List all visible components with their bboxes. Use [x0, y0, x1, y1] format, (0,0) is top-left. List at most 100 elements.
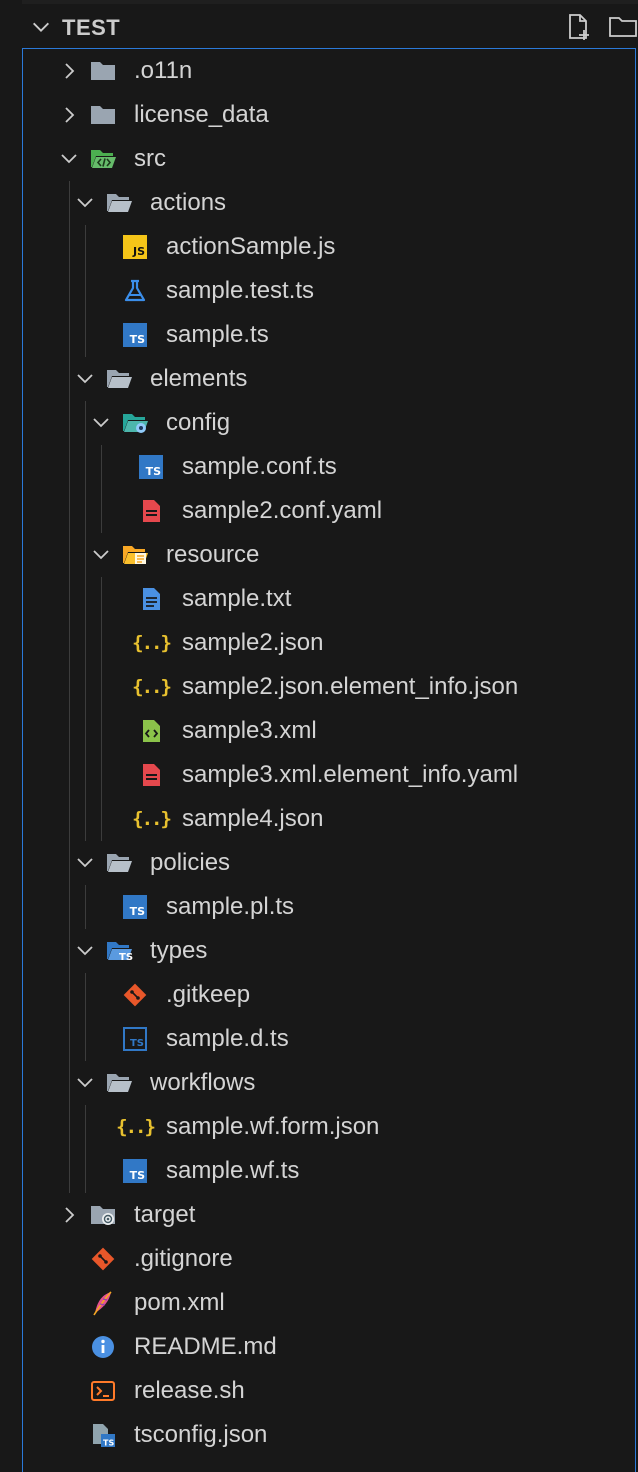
tree-item-label: workflows — [150, 1069, 256, 1096]
tree-folder-row[interactable]: actions — [23, 181, 637, 225]
tree-file-row[interactable]: {..} sample2.json — [23, 621, 637, 665]
chevron-right-icon[interactable] — [57, 1203, 81, 1227]
tree-file-row[interactable]: .gitkeep — [23, 973, 637, 1017]
tree-item-label: sample2.json — [182, 629, 324, 656]
typescript-def-icon: TS — [121, 1025, 149, 1053]
tree-item-label: release.sh — [134, 1377, 245, 1404]
tree-file-row[interactable]: TS sample.d.ts — [23, 1017, 637, 1061]
typescript-icon: TS — [121, 1157, 149, 1185]
tree-file-row[interactable]: TS tsconfig.json — [23, 1413, 637, 1457]
chevron-right-icon[interactable] — [57, 59, 81, 83]
folder-target-icon — [89, 1201, 117, 1229]
folder-types-icon: TS — [105, 937, 133, 965]
tree-item-label: sample.ts — [166, 321, 269, 348]
tree-file-row[interactable]: pom.xml — [23, 1281, 637, 1325]
tree-item-label: sample3.xml.element_info.yaml — [182, 761, 519, 788]
svg-text:TS: TS — [119, 952, 133, 963]
folder-open-icon — [105, 849, 133, 877]
file-tree: .o11n license_datasrc actions JS actionSampl… — [22, 48, 636, 1472]
test-flask-icon — [121, 277, 149, 305]
chevron-down-icon[interactable] — [30, 16, 52, 38]
tree-item-label: .gitkeep — [166, 981, 251, 1008]
tree-item-label: README.md — [134, 1333, 277, 1360]
tree-file-row[interactable]: {..} sample.wf.form.json — [23, 1105, 637, 1149]
chevron-down-icon[interactable] — [57, 147, 81, 171]
panel-top-edge — [22, 0, 638, 4]
tree-folder-row[interactable]: target — [23, 1193, 637, 1237]
tree-file-row[interactable]: TS sample.conf.ts — [23, 445, 637, 489]
yaml-icon — [137, 497, 165, 525]
chevron-down-icon[interactable] — [73, 367, 97, 391]
chevron-down-icon[interactable] — [89, 543, 113, 567]
info-icon — [89, 1333, 117, 1361]
tree-file-row[interactable]: release.sh — [23, 1369, 637, 1413]
chevron-down-icon[interactable] — [89, 411, 113, 435]
xml-icon — [137, 717, 165, 745]
chevron-right-icon[interactable] — [57, 103, 81, 127]
chevron-down-icon[interactable] — [73, 191, 97, 215]
tree-folder-row[interactable]: elements — [23, 357, 637, 401]
tree-folder-row[interactable]: policies — [23, 841, 637, 885]
folder-icon — [89, 101, 117, 129]
tree-file-row[interactable]: .gitignore — [23, 1237, 637, 1281]
tree-folder-row[interactable]: config — [23, 401, 637, 445]
tree-item-label: sample.wf.form.json — [166, 1113, 380, 1140]
tree-file-row[interactable]: JS actionSample.js — [23, 225, 637, 269]
folder-resource-icon — [121, 541, 149, 569]
tree-file-row[interactable]: {..} sample4.json — [23, 797, 637, 841]
tree-file-row[interactable]: TS sample.wf.ts — [23, 1149, 637, 1193]
tree-item-label: sample2.conf.yaml — [182, 497, 383, 524]
typescript-icon: TS — [121, 893, 149, 921]
folder-open-icon — [105, 189, 133, 217]
tree-file-row[interactable]: sample.txt — [23, 577, 637, 621]
tree-item-label: target — [134, 1201, 196, 1228]
json-icon: {..} — [132, 676, 172, 698]
folder-open-icon — [105, 1069, 133, 1097]
tree-item-label: sample4.json — [182, 805, 324, 832]
tree-folder-row[interactable]: license_data — [23, 93, 637, 137]
header-actions — [564, 12, 638, 42]
explorer-section-header[interactable]: TEST — [22, 6, 638, 46]
tree-file-row[interactable]: TS sample.ts — [23, 313, 637, 357]
tree-item-label: sample.d.ts — [166, 1025, 289, 1052]
tree-item-label: src — [134, 145, 166, 172]
tree-file-row[interactable]: sample3.xml — [23, 709, 637, 753]
git-icon — [89, 1245, 117, 1273]
typescript-icon: TS — [121, 321, 149, 349]
tree-file-row[interactable]: sample3.xml.element_info.yaml — [23, 753, 637, 797]
tree-file-row[interactable]: README.md — [23, 1325, 637, 1369]
tree-item-label: sample3.xml — [182, 717, 317, 744]
tree-folder-row[interactable]: resource — [23, 533, 637, 577]
json-icon: {..} — [116, 1116, 156, 1138]
tree-file-row[interactable]: TS sample.pl.ts — [23, 885, 637, 929]
tree-item-label: .gitignore — [134, 1245, 233, 1272]
tree-item-label: config — [166, 409, 231, 436]
new-file-icon[interactable] — [564, 12, 594, 42]
chevron-down-icon[interactable] — [73, 939, 97, 963]
javascript-icon: JS — [121, 233, 149, 261]
tree-item-label: license_data — [134, 101, 269, 128]
tree-file-row[interactable]: sample2.conf.yaml — [23, 489, 637, 533]
tree-folder-row[interactable]: src — [23, 137, 637, 181]
tree-folder-row[interactable]: TS types — [23, 929, 637, 973]
tree-item-label: actionSample.js — [166, 233, 336, 260]
tree-item-label: .o11n — [134, 57, 193, 84]
yaml-icon — [137, 761, 165, 789]
new-folder-icon[interactable] — [608, 12, 638, 42]
folder-src-icon — [89, 145, 117, 173]
json-icon: {..} — [132, 632, 172, 654]
tree-item-label: sample.conf.ts — [182, 453, 337, 480]
chevron-down-icon[interactable] — [73, 851, 97, 875]
tsconfig-icon: TS — [89, 1421, 117, 1449]
git-icon — [121, 981, 149, 1009]
tree-item-label: pom.xml — [134, 1289, 225, 1316]
tree-file-row[interactable]: sample.test.ts — [23, 269, 637, 313]
folder-open-icon — [105, 365, 133, 393]
folder-config-icon — [121, 409, 149, 437]
tree-file-row[interactable]: {..} sample2.json.element_info.json — [23, 665, 637, 709]
tree-folder-row[interactable]: workflows — [23, 1061, 637, 1105]
typescript-icon: TS — [137, 453, 165, 481]
chevron-down-icon[interactable] — [73, 1071, 97, 1095]
tree-folder-row[interactable]: .o11n — [23, 49, 637, 93]
text-file-icon — [137, 585, 165, 613]
